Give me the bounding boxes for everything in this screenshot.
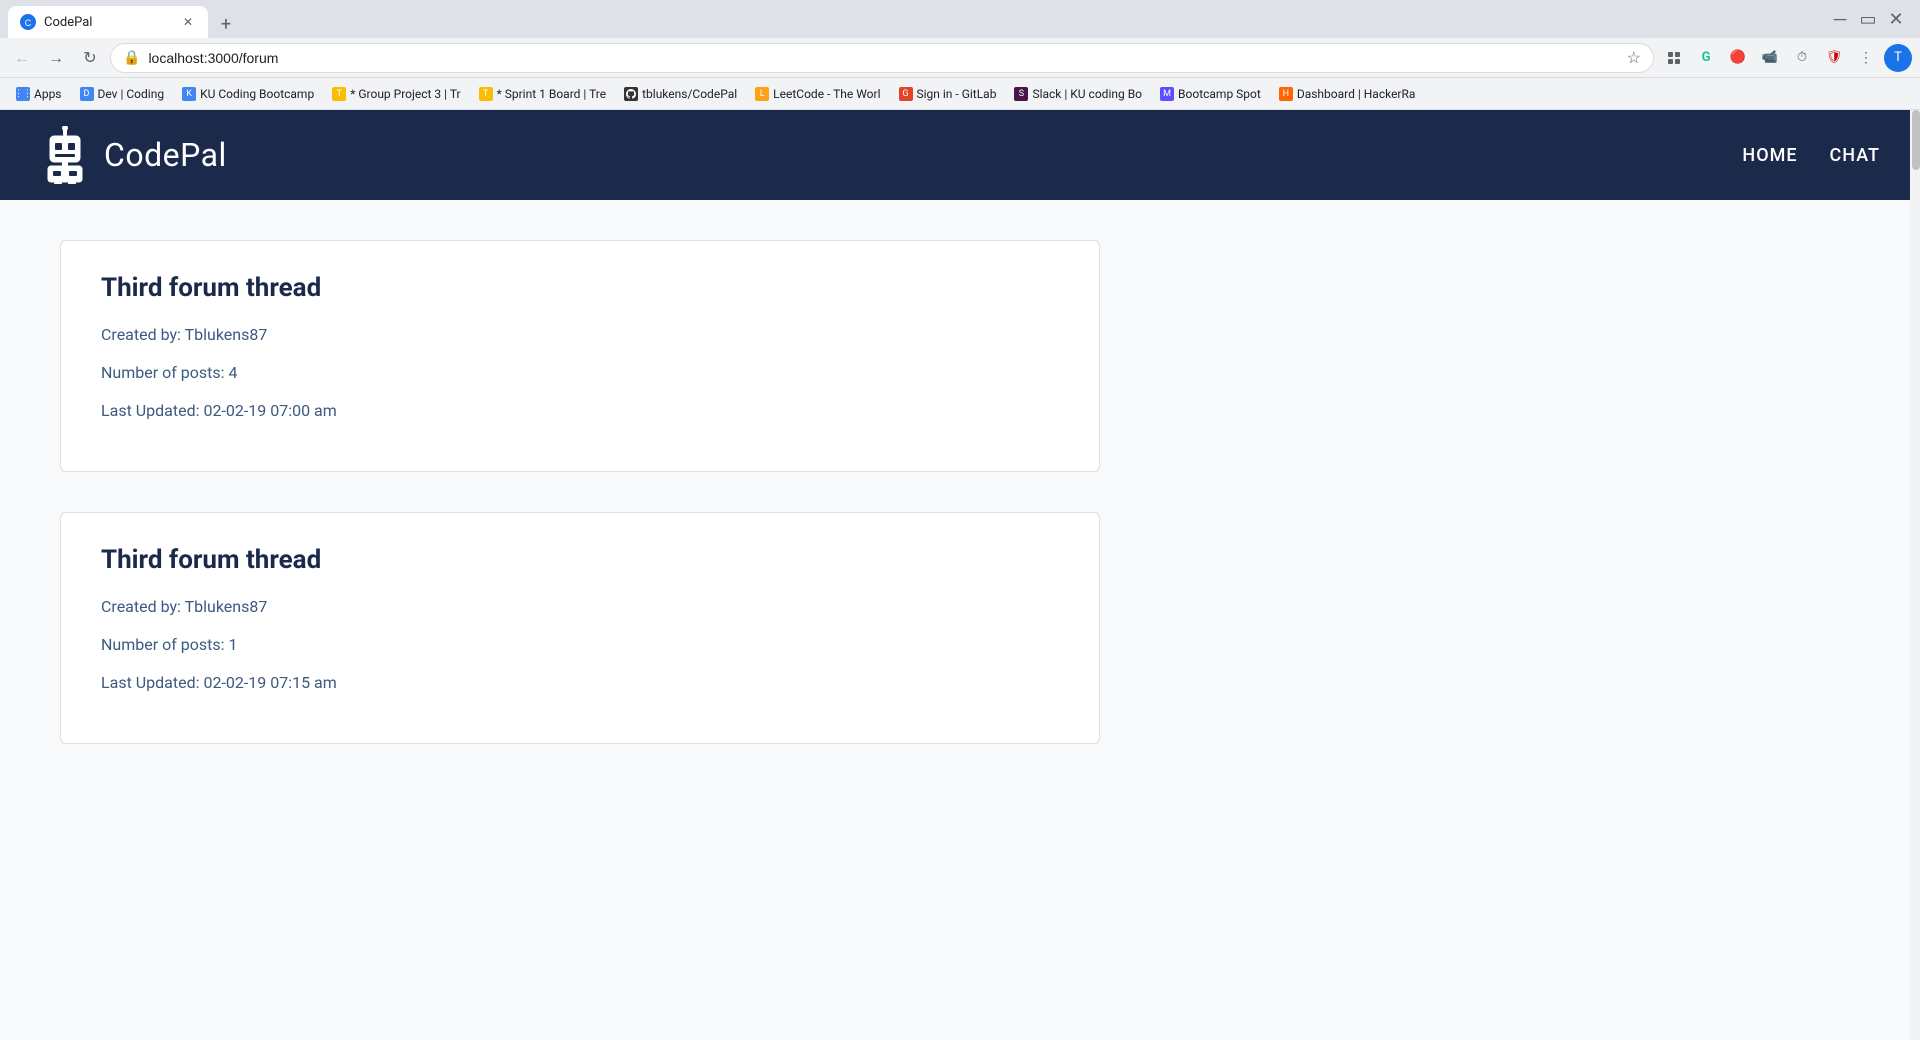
reload-button[interactable]: ↻ (76, 44, 104, 72)
bookmark-bootcamp-spot-label: Bootcamp Spot (1178, 87, 1261, 101)
apps-favicon: ⋮⋮ (16, 87, 30, 101)
scrollbar[interactable] (1910, 110, 1920, 1040)
leetcode-favicon: L (755, 87, 769, 101)
close-button[interactable]: ✕ (1888, 11, 1904, 27)
address-bar-container[interactable]: 🔒 ☆ (110, 43, 1654, 73)
forum-card-2-created-by: Created by: Tblukens87 (101, 595, 1059, 619)
group-project-favicon: T (332, 87, 346, 101)
tab-favicon: C (20, 14, 36, 30)
more-tools-button[interactable]: ⋮ (1852, 44, 1880, 72)
bookmark-apps[interactable]: ⋮⋮ Apps (8, 82, 70, 106)
forum-card-2-meta: Created by: Tblukens87 Number of posts: … (101, 595, 1059, 695)
forum-card-2[interactable]: Third forum thread Created by: Tblukens8… (60, 512, 1100, 744)
browser-titlebar: C CodePal ✕ + ─ ▭ ✕ (0, 0, 1920, 38)
window-controls: ─ ▭ ✕ (1832, 11, 1912, 27)
forum-card-1-created-by: Created by: Tblukens87 (101, 323, 1059, 347)
dev-coding-favicon: D (80, 87, 94, 101)
nav-home-link[interactable]: HOME (1742, 145, 1797, 166)
forum-card-2-last-updated: Last Updated: 02-02-19 07:15 am (101, 671, 1059, 695)
slack-favicon: S (1014, 87, 1028, 101)
bookmark-slack-label: Slack | KU coding Bo (1032, 87, 1142, 101)
tab-title: CodePal (44, 15, 172, 30)
sprint-board-favicon: T (479, 87, 493, 101)
bookmark-dev-coding-label: Dev | Coding (98, 87, 165, 101)
active-tab[interactable]: C CodePal ✕ (8, 6, 208, 38)
bookmark-group-project-label: * Group Project 3 | Tr (350, 87, 460, 101)
address-bar[interactable] (148, 50, 1618, 66)
bookmarks-bar: ⋮⋮ Apps D Dev | Coding K KU Coding Bootc… (0, 78, 1920, 110)
bookmark-apps-label: Apps (34, 87, 62, 101)
bookmark-dev-coding[interactable]: D Dev | Coding (72, 82, 173, 106)
hackerrank-favicon: H (1279, 87, 1293, 101)
brand-logo-link[interactable]: CodePal (40, 125, 227, 185)
bootcamp-spot-favicon: M (1160, 87, 1174, 101)
main-content: Third forum thread Created by: Tblukens8… (0, 200, 1920, 824)
github-favicon (624, 87, 638, 101)
forum-card-2-num-posts: Number of posts: 1 (101, 633, 1059, 657)
browser-chrome: C CodePal ✕ + ─ ▭ ✕ ← → ↻ 🔒 ☆ (0, 0, 1920, 110)
bookmark-slack[interactable]: S Slack | KU coding Bo (1006, 82, 1150, 106)
video-icon[interactable]: 📹 (1756, 44, 1784, 72)
lock-icon: 🔒 (123, 50, 140, 66)
bookmark-github-label: tblukens/CodePal (642, 87, 737, 101)
page-content: CodePal HOME CHAT Third forum thread Cre… (0, 110, 1920, 1040)
nav-links: HOME CHAT (1742, 145, 1880, 166)
bookmark-hackerrank-label: Dashboard | HackerRa (1297, 87, 1416, 101)
bookmark-hackerrank[interactable]: H Dashboard | HackerRa (1271, 82, 1424, 106)
profile-button[interactable]: T (1884, 44, 1912, 72)
scrollbar-thumb[interactable] (1912, 110, 1920, 170)
forum-card-2-title: Third forum thread (101, 545, 1059, 575)
minimize-button[interactable]: ─ (1832, 11, 1848, 27)
bookmark-group-project[interactable]: T * Group Project 3 | Tr (324, 82, 468, 106)
browser-toolbar: ← → ↻ 🔒 ☆ G 🔴 📹 ⏱ 🛡 ⋮ T (0, 38, 1920, 78)
adblock-icon[interactable]: 🛡 (1820, 44, 1848, 72)
tab-bar: C CodePal ✕ + (8, 0, 240, 38)
gitlab-favicon: G (899, 87, 913, 101)
bookmark-star-icon[interactable]: ☆ (1627, 48, 1641, 67)
bookmark-gitlab[interactable]: G Sign in - GitLab (891, 82, 1005, 106)
forum-card-1-num-posts: Number of posts: 4 (101, 361, 1059, 385)
bookmark-ku-bootcamp-label: KU Coding Bootcamp (200, 87, 314, 101)
maximize-button[interactable]: ▭ (1860, 11, 1876, 27)
bookmark-sprint-board-label: * Sprint 1 Board | Tre (497, 87, 607, 101)
svg-text:C: C (25, 18, 32, 28)
bookmark-gitlab-label: Sign in - GitLab (917, 87, 997, 101)
bookmark-leetcode-label: LeetCode - The Worl (773, 87, 880, 101)
forum-card-1[interactable]: Third forum thread Created by: Tblukens8… (60, 240, 1100, 472)
extensions-button[interactable] (1660, 44, 1688, 72)
brand-logo (40, 125, 90, 185)
bookmark-github[interactable]: tblukens/CodePal (616, 82, 745, 106)
ku-bootcamp-favicon: K (182, 87, 196, 101)
grammarly-icon[interactable]: G (1692, 44, 1720, 72)
lastpass-icon[interactable]: 🔴 (1724, 44, 1752, 72)
forward-button[interactable]: → (42, 44, 70, 72)
bookmark-ku-bootcamp[interactable]: K KU Coding Bootcamp (174, 82, 322, 106)
forum-card-1-meta: Created by: Tblukens87 Number of posts: … (101, 323, 1059, 423)
nav-chat-link[interactable]: CHAT (1830, 145, 1880, 166)
tab-close-button[interactable]: ✕ (180, 14, 196, 30)
bookmark-leetcode[interactable]: L LeetCode - The Worl (747, 82, 888, 106)
app-navbar: CodePal HOME CHAT (0, 110, 1920, 200)
new-tab-button[interactable]: + (212, 10, 240, 38)
toolbar-right: G 🔴 📹 ⏱ 🛡 ⋮ T (1660, 44, 1912, 72)
timer-icon[interactable]: ⏱ (1788, 44, 1816, 72)
brand-name: CodePal (104, 136, 227, 174)
bookmark-sprint-board[interactable]: T * Sprint 1 Board | Tre (471, 82, 615, 106)
bookmark-bootcamp-spot[interactable]: M Bootcamp Spot (1152, 82, 1269, 106)
back-button[interactable]: ← (8, 44, 36, 72)
forum-card-1-title: Third forum thread (101, 273, 1059, 303)
forum-card-1-last-updated: Last Updated: 02-02-19 07:00 am (101, 399, 1059, 423)
